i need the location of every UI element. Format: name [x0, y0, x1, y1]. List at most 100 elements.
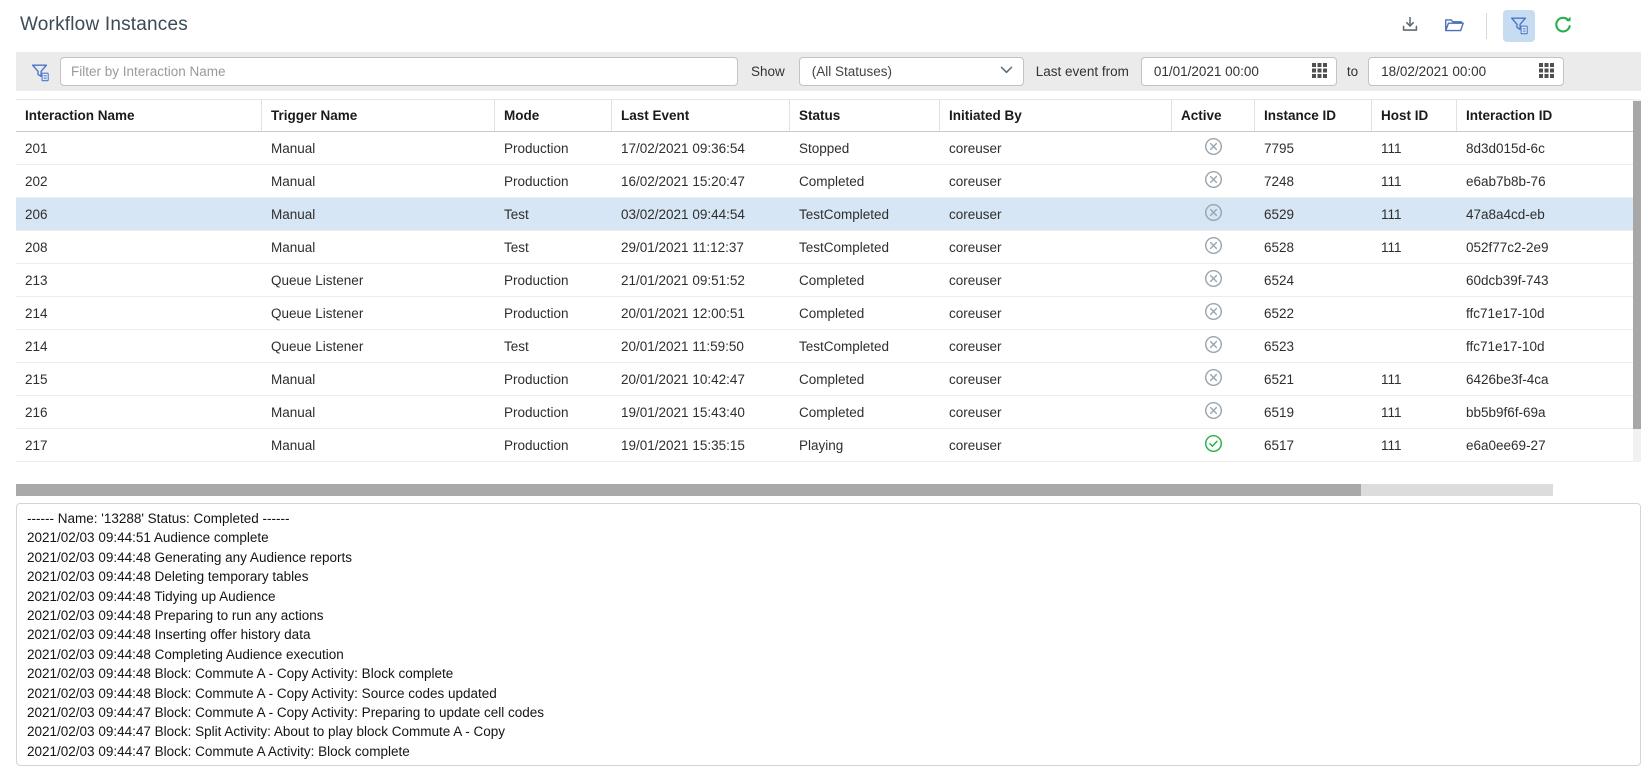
active-cell: [1172, 396, 1255, 428]
active-cell: [1172, 198, 1255, 230]
trigger-name-cell: Manual: [262, 396, 495, 428]
column-header-initiated-by[interactable]: Initiated By: [940, 100, 1172, 131]
page-header: Workflow Instances: [0, 0, 1649, 52]
log-line: 2021/02/03 09:44:48 Completing Audience …: [27, 645, 1630, 664]
log-line: 2021/02/03 09:44:48 Inserting offer hist…: [27, 625, 1630, 644]
status-cell: TestCompleted: [790, 231, 940, 263]
column-header-interaction-id[interactable]: Interaction ID: [1457, 100, 1633, 131]
open-folder-button[interactable]: [1438, 10, 1470, 42]
initiated-by-cell: coreuser: [940, 165, 1172, 197]
last-event-cell: 19/01/2021 15:43:40: [612, 396, 790, 428]
column-header-interaction-name[interactable]: Interaction Name: [16, 100, 262, 131]
status-filter-value: (All Statuses): [812, 64, 892, 79]
mode-cell: Test: [495, 198, 612, 230]
mode-cell: Production: [495, 429, 612, 461]
table-row[interactable]: 213Queue ListenerProduction21/01/2021 09…: [16, 264, 1633, 297]
trigger-name-cell: Manual: [262, 429, 495, 461]
column-header-mode[interactable]: Mode: [495, 100, 612, 131]
column-header-instance-id[interactable]: Instance ID: [1255, 100, 1372, 131]
date-from-input[interactable]: [1144, 64, 1294, 79]
horizontal-scrollbar-thumb[interactable]: [16, 484, 1361, 496]
interaction-id-cell: 8d3d015d-6c: [1457, 132, 1633, 164]
vertical-scrollbar-thumb[interactable]: [1633, 101, 1641, 429]
table-row[interactable]: 201ManualProduction17/02/2021 09:36:54St…: [16, 132, 1633, 165]
host-id-cell: [1372, 264, 1457, 296]
x-circle-icon: [1204, 170, 1223, 192]
table-row[interactable]: 214Queue ListenerProduction20/01/2021 12…: [16, 297, 1633, 330]
date-from-field: [1141, 57, 1337, 86]
active-cell: [1172, 363, 1255, 395]
host-id-cell: 111: [1372, 363, 1457, 395]
refresh-icon: [1552, 14, 1574, 39]
interaction-name-cell: 206: [16, 198, 262, 230]
initiated-by-cell: coreuser: [940, 363, 1172, 395]
download-button[interactable]: [1394, 10, 1426, 42]
table-row[interactable]: 208ManualTest29/01/2021 11:12:37TestComp…: [16, 231, 1633, 264]
log-line: 2021/02/03 09:44:48 Deleting temporary t…: [27, 567, 1630, 586]
host-id-cell: [1372, 330, 1457, 362]
download-icon: [1399, 14, 1421, 39]
table-row[interactable]: 214Queue ListenerTest20/01/2021 11:59:50…: [16, 330, 1633, 363]
instance-id-cell: 7248: [1255, 165, 1372, 197]
filter-icon: [1508, 14, 1530, 39]
table-row[interactable]: 215ManualProduction20/01/2021 10:42:47Co…: [16, 363, 1633, 396]
x-circle-icon: [1204, 335, 1223, 357]
interaction-name-cell: 217: [16, 429, 262, 461]
column-header-status[interactable]: Status: [790, 100, 940, 131]
x-circle-icon: [1204, 302, 1223, 324]
host-id-cell: [1372, 297, 1457, 329]
interaction-id-cell: 052f77c2-2e9: [1457, 231, 1633, 263]
log-line: 2021/02/03 09:44:48 Tidying up Audience: [27, 587, 1630, 606]
table-row[interactable]: 216ManualProduction19/01/2021 15:43:40Co…: [16, 396, 1633, 429]
table-row[interactable]: 202ManualProduction16/02/2021 15:20:47Co…: [16, 165, 1633, 198]
status-cell: Completed: [790, 363, 940, 395]
table-row[interactable]: 206ManualTest03/02/2021 09:44:54TestComp…: [16, 198, 1633, 231]
log-line: 2021/02/03 09:44:48 Generating any Audie…: [27, 548, 1630, 567]
interaction-name-filter-input[interactable]: [60, 57, 738, 86]
last-event-cell: 17/02/2021 09:36:54: [612, 132, 790, 164]
table-row[interactable]: 217ManualProduction19/01/2021 15:35:15Pl…: [16, 429, 1633, 462]
mode-cell: Production: [495, 297, 612, 329]
mode-cell: Production: [495, 165, 612, 197]
initiated-by-cell: coreuser: [940, 297, 1172, 329]
active-cell: [1172, 429, 1255, 461]
filter-icon: [29, 61, 51, 83]
table-header-row: Interaction NameTrigger NameModeLast Eve…: [16, 99, 1641, 132]
date-to-input[interactable]: [1371, 64, 1521, 79]
initiated-by-cell: coreuser: [940, 330, 1172, 362]
status-cell: Completed: [790, 264, 940, 296]
column-header-last-event[interactable]: Last Event: [612, 100, 790, 131]
host-id-cell: 111: [1372, 198, 1457, 230]
date-to-calendar-button[interactable]: [1539, 63, 1554, 81]
host-id-cell: 111: [1372, 165, 1457, 197]
status-cell: Completed: [790, 297, 940, 329]
column-header-active[interactable]: Active: [1172, 100, 1255, 131]
last-event-cell: 29/01/2021 11:12:37: [612, 231, 790, 263]
log-line: 2021/02/03 09:44:47 Block: Commute A - C…: [27, 703, 1630, 722]
refresh-button[interactable]: [1547, 10, 1579, 42]
interaction-id-cell: bb5b9f6f-69a: [1457, 396, 1633, 428]
mode-cell: Production: [495, 132, 612, 164]
log-line: 2021/02/03 09:44:47 Block: Split Activit…: [27, 722, 1630, 741]
column-header-trigger-name[interactable]: Trigger Name: [262, 100, 495, 131]
workflow-instances-table: Interaction NameTrigger NameModeLast Eve…: [16, 99, 1641, 496]
last-event-cell: 19/01/2021 15:35:15: [612, 429, 790, 461]
trigger-name-cell: Queue Listener: [262, 297, 495, 329]
interaction-id-cell: ffc71e17-10d: [1457, 297, 1633, 329]
vertical-scrollbar[interactable]: [1633, 99, 1641, 462]
column-header-host-id[interactable]: Host ID: [1372, 100, 1457, 131]
x-circle-icon: [1204, 236, 1223, 258]
status-filter-select[interactable]: (All Statuses): [799, 57, 1024, 86]
active-cell: [1172, 297, 1255, 329]
x-circle-icon: [1204, 368, 1223, 390]
horizontal-scrollbar[interactable]: [16, 484, 1553, 496]
log-panel[interactable]: ------ Name: '13288' Status: Completed -…: [16, 503, 1641, 766]
instance-id-cell: 6524: [1255, 264, 1372, 296]
chevron-down-icon: [998, 61, 1015, 83]
interaction-name-cell: 214: [16, 330, 262, 362]
interaction-name-cell: 202: [16, 165, 262, 197]
date-from-calendar-button[interactable]: [1312, 63, 1327, 81]
interaction-id-cell: 60dcb39f-743: [1457, 264, 1633, 296]
filter-toggle-button[interactable]: [1503, 10, 1535, 42]
instance-id-cell: 7795: [1255, 132, 1372, 164]
